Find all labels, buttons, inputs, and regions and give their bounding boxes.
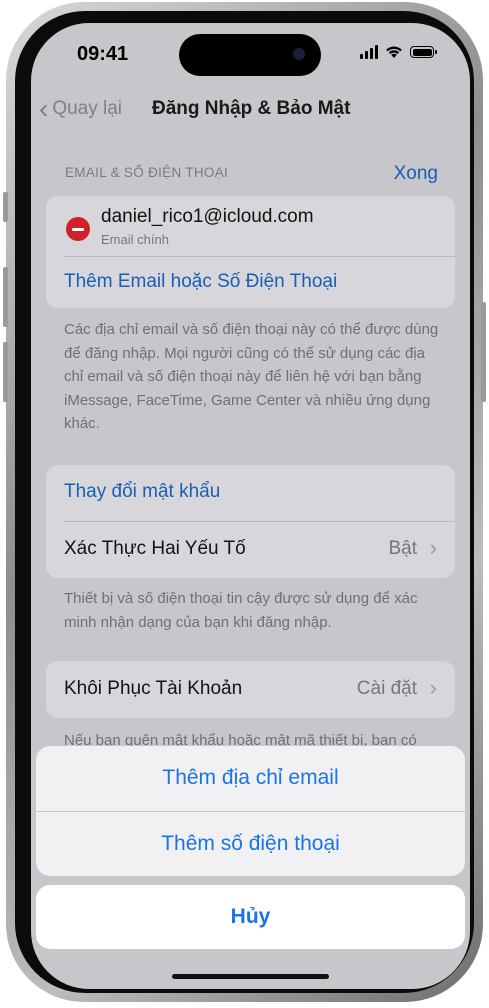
email-section-header: EMAIL & SỐ ĐIỆN THOẠI xyxy=(65,165,229,180)
two-factor-value: Bật xyxy=(388,538,417,559)
add-email-or-phone-link[interactable]: Thêm Email hoặc Số Điện Thoại xyxy=(64,271,337,293)
remove-email-icon[interactable] xyxy=(66,217,90,241)
chevron-left-icon: ‹ xyxy=(39,93,49,124)
account-recovery-value: Cài đặt xyxy=(356,678,417,699)
change-password-link[interactable]: Thay đổi mật khẩu xyxy=(64,481,220,503)
recovery-group: Khôi Phục Tài Khoản Cài đặt › xyxy=(46,661,455,718)
email-section-footer: Các địa chỉ email và số điện thoại này c… xyxy=(64,321,439,432)
camera-icon xyxy=(293,48,305,60)
two-factor-row[interactable]: Xác Thực Hai Yếu Tố Bật › xyxy=(46,522,455,578)
nav-bar: ‹ Quay lại Đăng Nhập & Bảo Mật xyxy=(31,95,470,125)
security-group: Thay đổi mật khẩu Xác Thực Hai Yếu Tố Bậ… xyxy=(46,465,455,578)
phone-frame: 09:41 ‹ Quay lại Đăng Nhập & Bảo Mật EMA… xyxy=(3,2,486,1002)
add-email-address-button[interactable]: Thêm địa chỉ email xyxy=(36,746,465,810)
action-button xyxy=(3,192,8,222)
wifi-icon xyxy=(386,46,402,58)
chevron-right-icon: › xyxy=(429,675,437,700)
screen: 09:41 ‹ Quay lại Đăng Nhập & Bảo Mật EMA… xyxy=(31,23,470,989)
add-phone-number-button[interactable]: Thêm số điện thoại xyxy=(36,812,465,876)
done-button[interactable]: Xong xyxy=(394,163,438,185)
account-recovery-row[interactable]: Khôi Phục Tài Khoản Cài đặt › xyxy=(46,661,455,718)
home-indicator[interactable] xyxy=(172,974,329,979)
email-caption: Email chính xyxy=(101,232,169,247)
two-factor-label: Xác Thực Hai Yếu Tố xyxy=(64,538,246,559)
security-section-footer: Thiết bị và số điện thoại tin cậy được s… xyxy=(64,590,418,631)
chevron-right-icon: › xyxy=(429,535,437,560)
account-recovery-label: Khôi Phục Tài Khoản xyxy=(64,678,243,699)
email-group: daniel_rico1@icloud.com Email chính Thêm… xyxy=(46,196,455,308)
side-button xyxy=(481,302,486,402)
volume-down-button xyxy=(3,342,8,402)
back-button[interactable]: ‹ Quay lại xyxy=(39,95,122,123)
status-icons xyxy=(360,45,437,59)
email-address: daniel_rico1@icloud.com xyxy=(101,206,314,227)
cancel-button[interactable]: Hủy xyxy=(36,885,465,949)
back-label: Quay lại xyxy=(52,98,123,119)
status-time: 09:41 xyxy=(77,43,129,65)
email-row: daniel_rico1@icloud.com Email chính xyxy=(46,196,455,252)
add-email-row[interactable]: Thêm Email hoặc Số Điện Thoại xyxy=(46,257,455,308)
change-password-row[interactable]: Thay đổi mật khẩu xyxy=(46,465,455,521)
action-sheet: Thêm địa chỉ email Thêm số điện thoại xyxy=(36,746,465,876)
page-title: Đăng Nhập & Bảo Mật xyxy=(152,98,351,119)
cellular-signal-icon xyxy=(360,45,378,59)
volume-up-button xyxy=(3,267,8,327)
battery-icon xyxy=(410,46,437,58)
